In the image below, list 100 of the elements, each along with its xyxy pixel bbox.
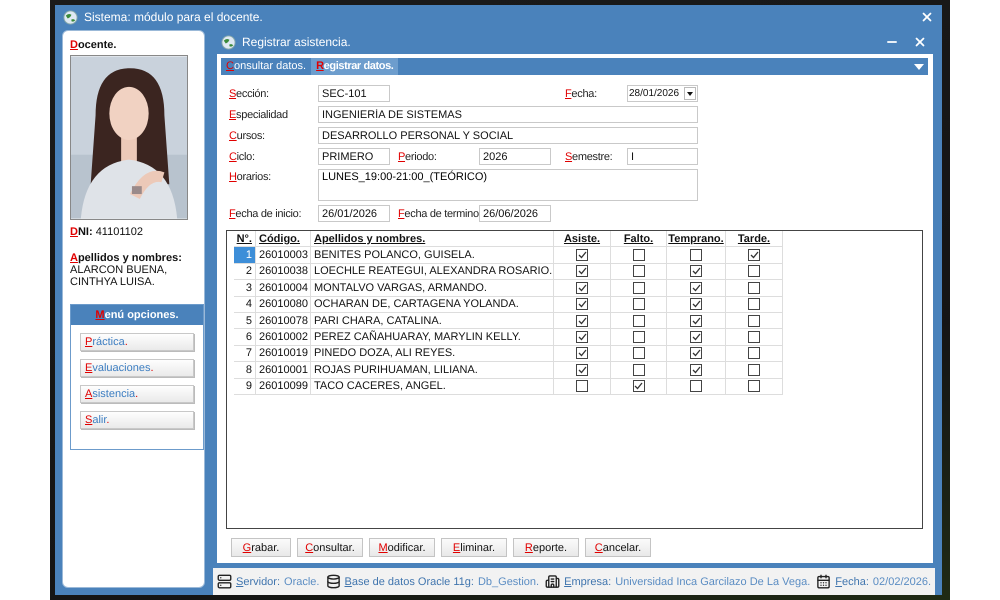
row-number[interactable]: 7 [234, 346, 256, 362]
checkbox[interactable] [576, 298, 588, 310]
table-cell: PEREZ CAÑAHUARAY, MARYLIN KELLY. [311, 329, 554, 346]
checkbox[interactable] [690, 347, 702, 360]
table-cell: 26010001 [256, 362, 311, 379]
column-header[interactable]: Asiste. [554, 231, 611, 248]
table-cell: ROJAS PURIHUAMAN, LILIANA. [311, 362, 554, 379]
close-icon[interactable] [920, 10, 934, 24]
dropdown-arrow-icon[interactable] [914, 64, 924, 70]
table-cell: 26010004 [256, 280, 311, 297]
text-field[interactable]: DESARROLLO PERSONAL Y SOCIAL [318, 127, 698, 144]
menu-button[interactable]: Salir. [80, 411, 194, 429]
table-cell: 26010019 [256, 346, 311, 362]
row-number[interactable]: 4 [234, 296, 256, 313]
checkbox[interactable] [690, 265, 702, 278]
text-field[interactable]: 2026 [479, 148, 551, 165]
checkbox[interactable] [690, 331, 702, 344]
checkbox[interactable] [690, 298, 702, 310]
action-button[interactable]: Cancelar. [585, 538, 651, 557]
checkbox[interactable] [632, 282, 644, 294]
table-cell: OCHARAN DE, CARTAGENA YOLANDA. [311, 296, 554, 313]
checkbox[interactable] [748, 347, 760, 360]
text-field[interactable]: SEC-101 [318, 85, 390, 102]
menu-button[interactable]: Evaluaciones. [80, 359, 194, 377]
checkbox[interactable] [576, 380, 588, 392]
text-area[interactable]: LUNES_19:00-21:00_(TEÓRICO) [318, 169, 698, 201]
date-picker[interactable]: 28/01/2026 [627, 85, 698, 102]
field-label: Sección: [229, 88, 270, 100]
status-value: 02/02/2026. [872, 576, 932, 588]
checkbox[interactable] [576, 282, 588, 294]
status-label: Base de datos Oracle 11g: [344, 576, 474, 588]
text-field[interactable]: I [627, 148, 698, 165]
action-button[interactable]: Eliminar. [441, 538, 507, 557]
field-label: Horarios: [229, 170, 272, 183]
row-number[interactable]: 5 [234, 312, 256, 330]
action-button[interactable]: Consultar. [297, 538, 363, 557]
table-cell: 26010002 [256, 329, 311, 346]
row-number[interactable]: 2 [234, 264, 256, 280]
column-header[interactable]: N°. [234, 231, 256, 248]
caret-icon[interactable] [687, 92, 693, 96]
globe-icon [63, 10, 78, 24]
checkbox[interactable] [748, 380, 760, 392]
checkbox[interactable] [690, 380, 702, 392]
row-number[interactable]: 6 [234, 329, 256, 346]
row-number[interactable]: 9 [234, 378, 256, 395]
column-header[interactable]: Falto. [611, 231, 667, 248]
checkbox[interactable] [690, 249, 702, 262]
action-button[interactable]: Reporte. [513, 538, 579, 557]
action-button[interactable]: Modificar. [369, 538, 435, 557]
checkbox[interactable] [748, 298, 760, 310]
column-header[interactable]: Apellidos y nombres. [311, 231, 554, 248]
field-label: Fecha: [564, 88, 598, 100]
row-number[interactable]: 3 [234, 280, 256, 297]
text-field[interactable]: 26/06/2026 [479, 205, 551, 222]
column-header[interactable]: Temprano. [667, 231, 726, 248]
menu-button[interactable]: Práctica. [80, 333, 194, 351]
checkbox[interactable] [748, 249, 760, 262]
text-field[interactable]: 26/01/2026 [318, 205, 390, 222]
checkbox[interactable] [632, 298, 644, 310]
checkbox[interactable] [576, 364, 588, 376]
dialog-title: Registrar asistencia. [242, 35, 352, 49]
table-cell: TACO CACERES, ANGEL. [311, 378, 554, 395]
checkbox[interactable] [576, 347, 588, 360]
checkbox[interactable] [632, 249, 644, 262]
checkbox[interactable] [576, 314, 588, 327]
table-cell: PINEDO DOZA, ALI REYES. [311, 346, 554, 362]
table-cell: 26010078 [256, 312, 311, 330]
table-cell: 26010099 [256, 378, 311, 395]
checkbox[interactable] [576, 331, 588, 344]
text-field[interactable]: PRIMERO [318, 148, 390, 165]
checkbox[interactable] [576, 265, 588, 278]
checkbox[interactable] [632, 265, 644, 278]
close-icon[interactable] [913, 35, 927, 49]
checkbox[interactable] [632, 364, 644, 376]
field-label: Cursos: [229, 130, 266, 142]
checkbox[interactable] [632, 331, 644, 344]
checkbox[interactable] [632, 347, 644, 360]
checkbox[interactable] [748, 364, 760, 376]
column-header[interactable]: Código. [256, 231, 311, 248]
checkbox[interactable] [748, 282, 760, 294]
checkbox[interactable] [632, 380, 644, 392]
tab[interactable]: Consultar datos. [221, 58, 312, 75]
checkbox[interactable] [748, 265, 760, 278]
checkbox[interactable] [690, 314, 702, 327]
row-number[interactable]: 8 [234, 362, 256, 379]
column-header[interactable]: Tarde. [726, 231, 783, 248]
checkbox[interactable] [690, 282, 702, 294]
field-label: Fecha de termino: [397, 208, 479, 220]
action-button[interactable]: Grabar. [231, 538, 291, 557]
database-icon [326, 574, 340, 589]
checkbox[interactable] [748, 314, 760, 327]
dni-text: DNI: 41101102 [70, 226, 144, 238]
checkbox[interactable] [632, 314, 644, 327]
checkbox[interactable] [748, 331, 760, 344]
panel-heading: Docente. [70, 39, 118, 51]
menu-button[interactable]: Asistencia. [80, 385, 194, 403]
checkbox[interactable] [690, 364, 702, 376]
building-icon [545, 574, 560, 589]
checkbox[interactable] [576, 249, 588, 262]
field-label: Especialidad [229, 108, 289, 120]
